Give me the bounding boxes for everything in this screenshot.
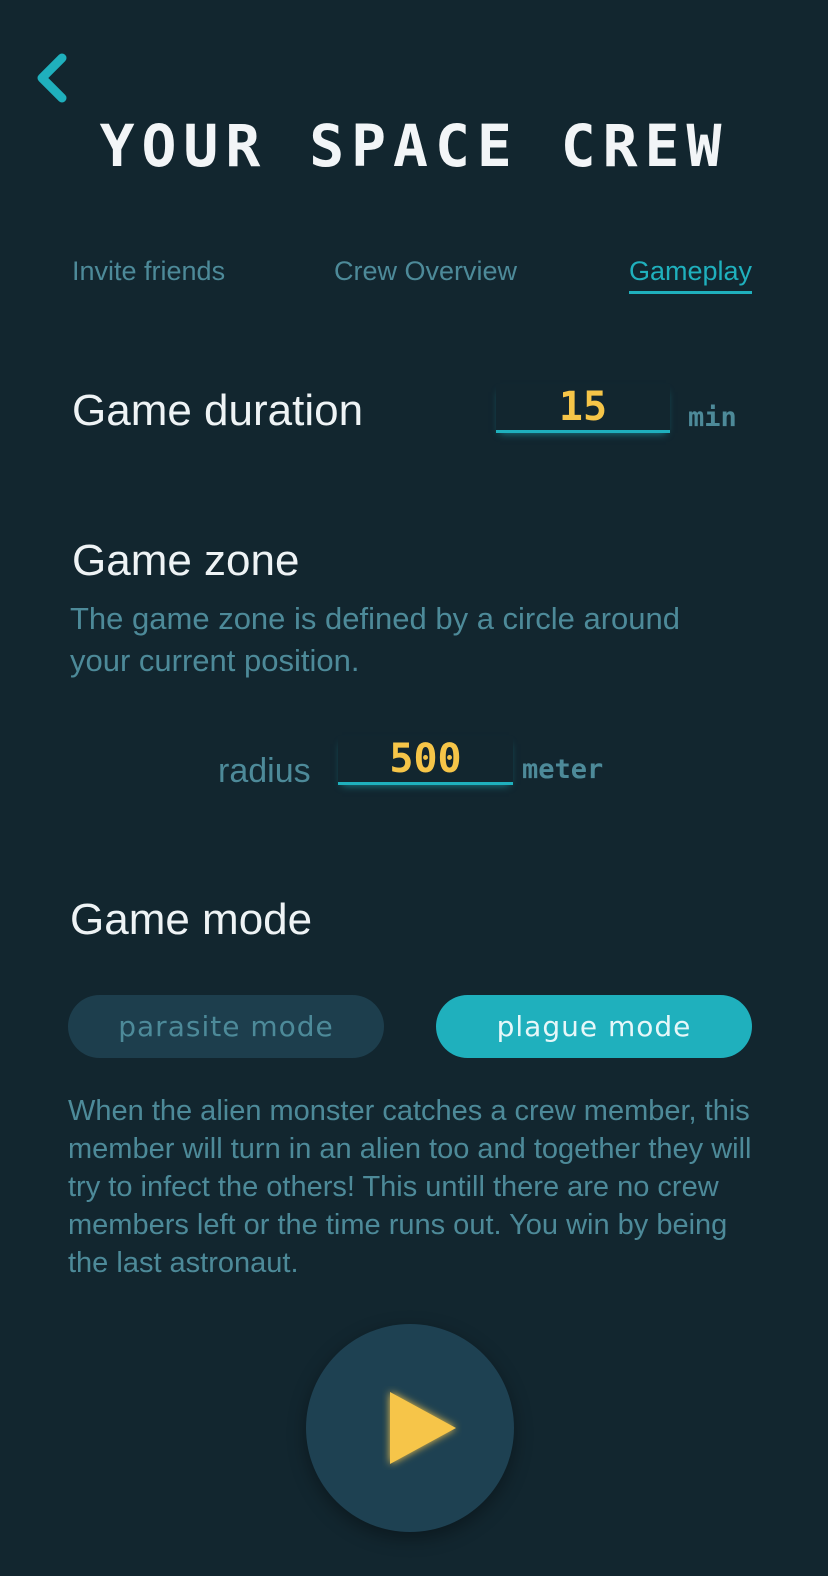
game-zone-title: Game zone bbox=[72, 536, 300, 585]
duration-unit-label: min bbox=[688, 402, 737, 433]
game-duration-input[interactable]: 15 bbox=[496, 384, 670, 433]
back-button[interactable] bbox=[30, 50, 80, 106]
page-title: YOUR SPACE CREW bbox=[99, 112, 729, 180]
game-zone-description: The game zone is defined by a circle aro… bbox=[70, 601, 681, 678]
radius-label: radius bbox=[218, 752, 311, 790]
parasite-mode-button[interactable]: parasite mode bbox=[68, 995, 384, 1058]
tab-bar: Invite friends Crew Overview Gameplay bbox=[0, 256, 828, 300]
play-button[interactable] bbox=[306, 1324, 514, 1532]
plague-mode-button[interactable]: plague mode bbox=[436, 995, 752, 1058]
radius-unit-label: meter bbox=[522, 754, 604, 785]
game-mode-description: When the alien monster catches a crew me… bbox=[68, 1095, 752, 1279]
play-icon bbox=[390, 1392, 456, 1464]
chevron-left-icon bbox=[37, 53, 67, 103]
game-duration-title: Game duration bbox=[72, 386, 364, 435]
tab-crew-overview[interactable]: Crew Overview bbox=[334, 256, 517, 291]
game-mode-title: Game mode bbox=[70, 895, 313, 944]
tab-invite-friends[interactable]: Invite friends bbox=[72, 256, 225, 291]
tab-gameplay[interactable]: Gameplay bbox=[629, 256, 753, 294]
radius-input[interactable]: 500 bbox=[338, 736, 513, 785]
